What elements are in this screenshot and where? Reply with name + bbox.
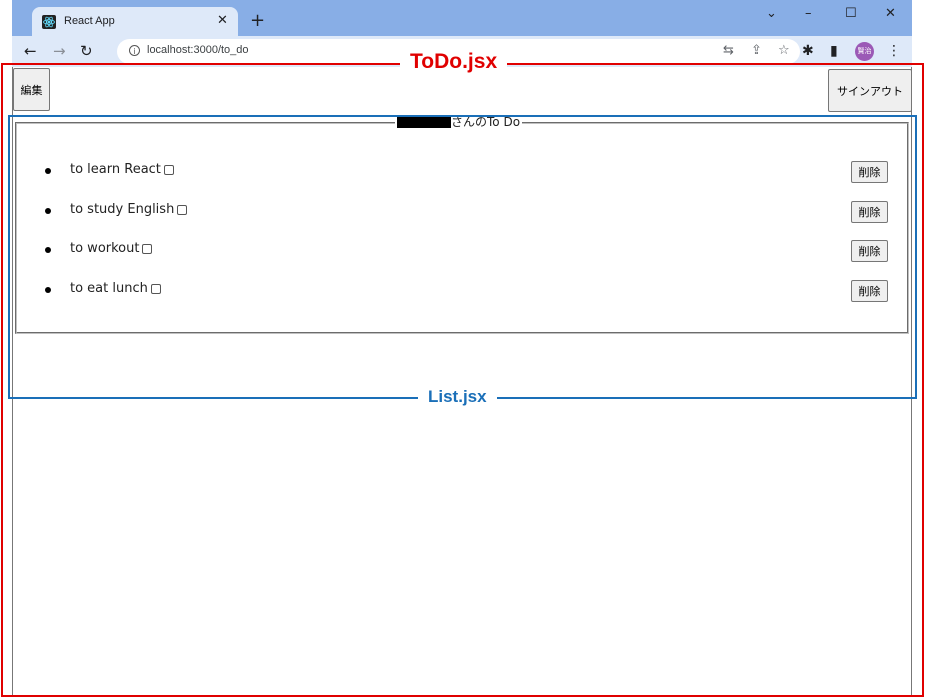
close-window-icon[interactable]: ✕ [885, 4, 896, 24]
url-text[interactable]: localhost:3000/to_do [147, 44, 249, 56]
reload-icon[interactable]: ↻ [80, 42, 93, 60]
minimize-icon[interactable]: – [805, 4, 812, 24]
side-panel-icon[interactable]: ▮ [830, 43, 838, 59]
extensions-icon[interactable]: ✱ [802, 43, 814, 59]
site-info-icon[interactable]: i [129, 45, 140, 56]
maximize-icon[interactable]: ☐ [845, 4, 857, 24]
todo-component-label: ToDo.jsx [400, 48, 508, 76]
browser-tab[interactable]: React App ✕ [32, 7, 238, 37]
list-component-outline [8, 115, 917, 399]
back-icon[interactable]: ← [24, 42, 37, 60]
tab-close-icon[interactable]: ✕ [217, 12, 228, 30]
list-component-label: List.jsx [418, 386, 497, 408]
browser-titlebar: React App ✕ + ⌄ – ☐ ✕ [12, 0, 912, 37]
forward-icon[interactable]: → [53, 42, 66, 60]
share-icon[interactable]: ⇪ [751, 43, 762, 59]
translate-icon[interactable]: ⇆ [723, 43, 734, 59]
new-tab-icon[interactable]: + [250, 11, 265, 31]
tab-search-chevron-icon[interactable]: ⌄ [766, 4, 777, 24]
react-favicon-icon [42, 15, 56, 29]
profile-avatar[interactable]: 賢治 [855, 42, 874, 61]
bookmark-star-icon[interactable]: ☆ [778, 43, 790, 59]
browser-menu-icon[interactable]: ⋮ [887, 43, 901, 59]
tab-title: React App [64, 15, 115, 27]
